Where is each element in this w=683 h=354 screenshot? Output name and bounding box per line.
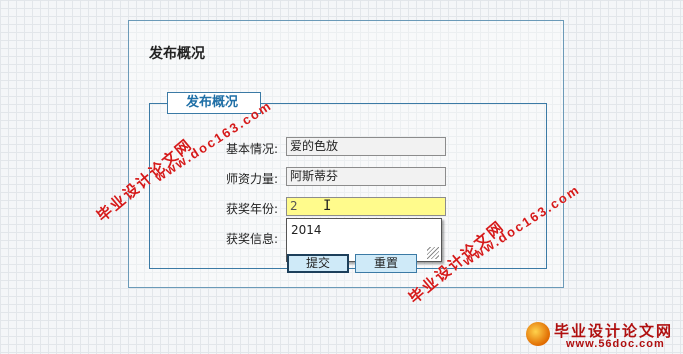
basic-info-input[interactable]: 爱的色放: [286, 137, 446, 156]
faculty-label: 师资力量:: [225, 172, 278, 186]
form-row-award-year: 获奖年份: 2 I 2014: [150, 197, 546, 262]
brand-logo-block: 毕业设计论文网 www.56doc.com: [526, 320, 676, 352]
award-info-label: 获奖信息:: [225, 232, 278, 246]
submit-button[interactable]: 提交: [287, 254, 349, 273]
award-year-label: 获奖年份:: [225, 202, 278, 216]
text-cursor-icon: I: [323, 198, 332, 214]
reset-button[interactable]: 重置: [355, 254, 417, 273]
button-row: 提交 重置: [150, 254, 546, 274]
form-row-faculty: 师资力量: 阿斯蒂芬: [150, 167, 546, 187]
brand-url: www.56doc.com: [566, 338, 665, 350]
brand-logo-icon: [526, 322, 550, 346]
faculty-input[interactable]: 阿斯蒂芬: [286, 167, 446, 186]
award-year-input[interactable]: 2: [286, 197, 446, 216]
page-title: 发布概况: [149, 46, 205, 62]
